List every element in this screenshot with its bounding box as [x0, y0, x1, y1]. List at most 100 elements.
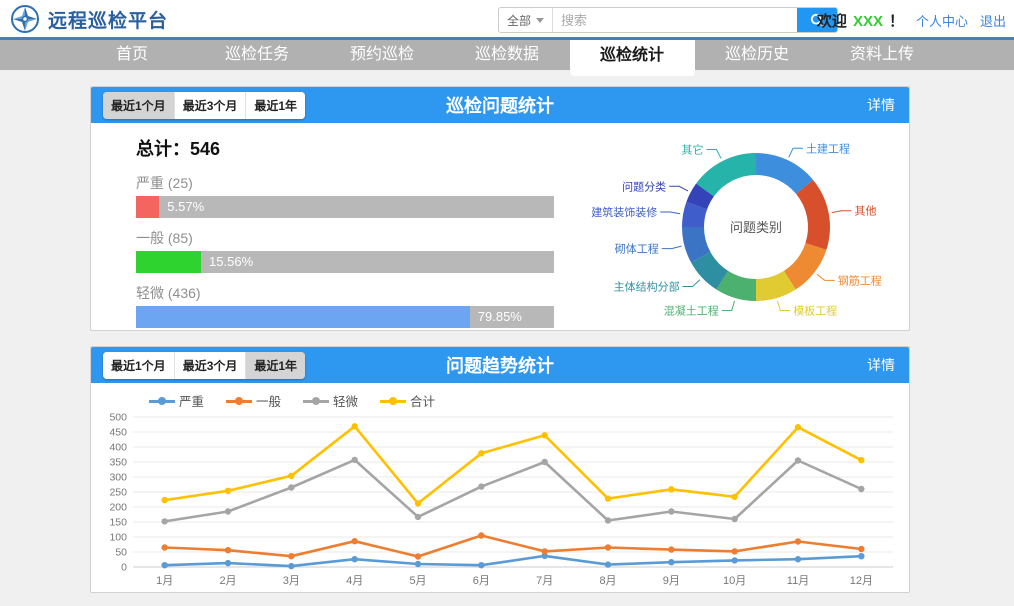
- legend-item-minor[interactable]: 轻微: [303, 391, 358, 410]
- data-point[interactable]: [668, 559, 674, 565]
- filter-last-1-month[interactable]: 最近1个月: [103, 352, 175, 379]
- logout-link[interactable]: 退出: [980, 11, 1006, 30]
- bar-track-serious: 5.57%: [136, 196, 554, 218]
- data-point[interactable]: [795, 538, 801, 544]
- data-point[interactable]: [478, 483, 484, 489]
- top-header: 远程巡检平台 全部 欢迎 XXX ！ 个人中心 退出: [0, 0, 1014, 40]
- data-point[interactable]: [288, 553, 294, 559]
- legend-line-dot-icon: [380, 397, 406, 405]
- problem-category-donut-chart[interactable]: 土建工程其他钢筋工程模板工程混凝土工程主体结构分部砌体工程建筑装饰装修问题分类其…: [561, 123, 911, 330]
- legend-label: 轻微: [333, 391, 358, 410]
- caret-down-icon: [536, 18, 544, 23]
- data-point[interactable]: [351, 556, 357, 562]
- data-point[interactable]: [668, 486, 674, 492]
- filter-last-1-year[interactable]: 最近1年: [246, 92, 305, 119]
- nav-item-inspection-tasks[interactable]: 巡检任务: [195, 40, 320, 70]
- donut-segment[interactable]: [696, 153, 756, 196]
- trend-stats-detail-link[interactable]: 详情: [867, 355, 895, 375]
- x-axis-tick-label: 4月: [346, 575, 363, 587]
- data-point[interactable]: [858, 553, 864, 559]
- data-point[interactable]: [605, 561, 611, 567]
- search-category-dropdown[interactable]: 全部: [499, 8, 553, 32]
- data-point[interactable]: [161, 497, 167, 503]
- filter-last-3-months[interactable]: 最近3个月: [175, 352, 247, 379]
- data-point[interactable]: [731, 516, 737, 522]
- x-axis-tick-label: 2月: [219, 575, 236, 587]
- nav-item-appointment[interactable]: 预约巡检: [320, 40, 445, 70]
- data-point[interactable]: [795, 556, 801, 562]
- problem-stats-detail-link[interactable]: 详情: [867, 95, 895, 115]
- data-point[interactable]: [351, 538, 357, 544]
- y-axis-tick-label: 50: [115, 547, 127, 559]
- data-point[interactable]: [478, 562, 484, 568]
- legend-item-total[interactable]: 合计: [380, 391, 435, 410]
- legend-label: 合计: [410, 391, 435, 410]
- donut-segment-label: 钢筋工程: [838, 273, 882, 287]
- data-point[interactable]: [731, 557, 737, 563]
- data-point[interactable]: [351, 423, 357, 429]
- data-point[interactable]: [795, 424, 801, 430]
- data-point[interactable]: [668, 546, 674, 552]
- legend-line-dot-icon: [149, 397, 175, 405]
- legend-item-general[interactable]: 一般: [226, 391, 281, 410]
- donut-segment-label: 混凝土工程: [664, 304, 719, 318]
- data-point[interactable]: [225, 488, 231, 494]
- data-point[interactable]: [288, 484, 294, 490]
- total-label: 总计：: [136, 139, 190, 159]
- welcome-area: 欢迎 XXX ！ 个人中心 退出: [817, 10, 1006, 31]
- data-point[interactable]: [478, 532, 484, 538]
- data-point[interactable]: [858, 546, 864, 552]
- data-point[interactable]: [351, 457, 357, 463]
- data-point[interactable]: [161, 518, 167, 524]
- data-point[interactable]: [858, 486, 864, 492]
- filter-last-1-month[interactable]: 最近1个月: [103, 92, 175, 119]
- nav-item-inspection-stats[interactable]: 巡检统计: [570, 40, 695, 76]
- data-point[interactable]: [858, 457, 864, 463]
- nav-item-inspection-history[interactable]: 巡检历史: [695, 40, 820, 70]
- data-point[interactable]: [415, 514, 421, 520]
- data-point[interactable]: [795, 457, 801, 463]
- data-point[interactable]: [415, 553, 421, 559]
- y-axis-tick-label: 500: [109, 412, 127, 424]
- data-point[interactable]: [605, 495, 611, 501]
- filter-last-3-months[interactable]: 最近3个月: [175, 92, 247, 119]
- welcome-exclamation: ！: [889, 10, 904, 31]
- data-point[interactable]: [225, 547, 231, 553]
- trend-legend: 严重 一般 轻微 合计: [149, 391, 435, 410]
- data-point[interactable]: [288, 563, 294, 569]
- data-point[interactable]: [478, 450, 484, 456]
- app-title: 远程巡检平台: [48, 6, 168, 33]
- search-input[interactable]: [553, 8, 797, 32]
- severity-bars: 总计：546 严重 (25) 5.57% 一般 (85) 15.56%: [136, 135, 554, 338]
- data-point[interactable]: [541, 459, 547, 465]
- data-point[interactable]: [225, 560, 231, 566]
- data-point[interactable]: [225, 508, 231, 514]
- filter-last-1-year[interactable]: 最近1年: [246, 352, 305, 379]
- donut-segment[interactable]: [796, 180, 830, 250]
- nav-item-inspection-data[interactable]: 巡检数据: [445, 40, 570, 70]
- severity-bar-minor: 轻微 (436) 79.85%: [136, 283, 554, 328]
- y-axis-tick-label: 400: [109, 442, 127, 454]
- data-point[interactable]: [161, 562, 167, 568]
- data-point[interactable]: [415, 500, 421, 506]
- problem-trend-line-chart[interactable]: 0501001502002503003504004505001月2月3月4月5月…: [99, 409, 903, 589]
- data-point[interactable]: [731, 494, 737, 500]
- trend-line-一般: [165, 536, 862, 557]
- nav-item-upload[interactable]: 资料上传: [820, 40, 945, 70]
- severity-bar-general: 一般 (85) 15.56%: [136, 228, 554, 273]
- legend-item-serious[interactable]: 严重: [149, 391, 204, 410]
- data-point[interactable]: [605, 544, 611, 550]
- nav-item-home[interactable]: 首页: [70, 40, 195, 70]
- profile-link[interactable]: 个人中心: [916, 11, 968, 30]
- data-point[interactable]: [288, 473, 294, 479]
- data-point[interactable]: [541, 432, 547, 438]
- donut-segment-label: 其它: [682, 142, 704, 156]
- x-axis-tick-label: 11月: [787, 575, 809, 587]
- data-point[interactable]: [541, 548, 547, 554]
- data-point[interactable]: [731, 548, 737, 554]
- legend-line-dot-icon: [226, 397, 252, 405]
- data-point[interactable]: [415, 561, 421, 567]
- data-point[interactable]: [605, 517, 611, 523]
- data-point[interactable]: [668, 508, 674, 514]
- data-point[interactable]: [161, 544, 167, 550]
